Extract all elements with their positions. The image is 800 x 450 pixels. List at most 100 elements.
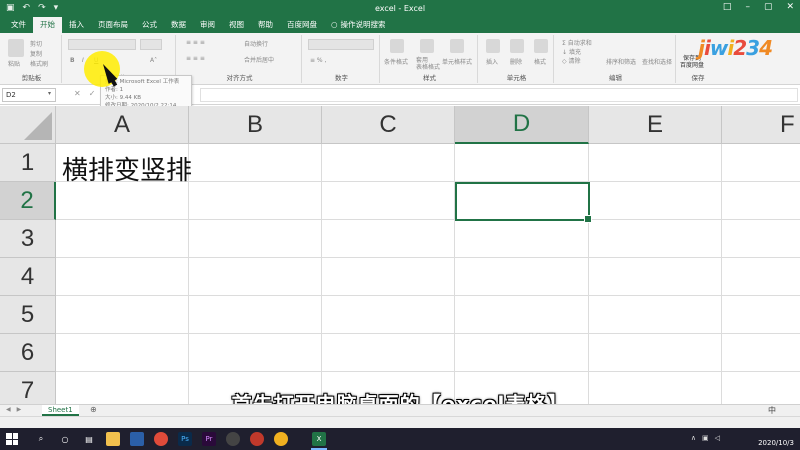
format-table-button[interactable]: 套用 表格格式	[416, 57, 440, 71]
media-icon[interactable]	[274, 432, 288, 446]
row-header-3[interactable]: 3	[0, 220, 56, 258]
cell-d3[interactable]	[455, 220, 589, 258]
cancel-icon[interactable]: ✕	[74, 89, 81, 98]
paste-button[interactable]: 粘贴	[8, 59, 20, 68]
cut-button[interactable]: 剪切	[30, 39, 42, 48]
cell-a6[interactable]	[56, 334, 189, 372]
add-sheet-icon[interactable]: ⊕	[90, 405, 97, 414]
tab-page-layout[interactable]: 页面布局	[91, 17, 135, 33]
tab-insert[interactable]: 插入	[62, 17, 91, 33]
font-name-select[interactable]	[68, 39, 136, 50]
sheet-tab-sheet1[interactable]: Sheet1	[42, 405, 79, 416]
active-cell-d2[interactable]	[455, 182, 592, 223]
format-painter-button[interactable]: 格式刷	[30, 59, 48, 68]
format-cells-icon[interactable]	[534, 39, 548, 53]
find-select-button[interactable]: 查找和选择	[642, 57, 672, 66]
autosum-button[interactable]: Σ 自动求和	[562, 38, 592, 47]
cell-styles-button[interactable]: 单元格样式	[442, 57, 472, 66]
cortana-icon[interactable]: ○	[58, 432, 72, 446]
delete-button[interactable]: 删除	[510, 57, 522, 66]
cell-f6[interactable]	[722, 334, 800, 372]
task-view-icon[interactable]: ▤	[82, 432, 96, 446]
insert-button[interactable]: 插入	[486, 57, 498, 66]
cell-a4[interactable]	[56, 258, 189, 296]
cell-c3[interactable]	[322, 220, 455, 258]
row-header-6[interactable]: 6	[0, 334, 56, 372]
camtasia-icon[interactable]	[226, 432, 240, 446]
ribbon-display-icon[interactable]: □	[723, 2, 732, 12]
cell-b2[interactable]	[189, 182, 322, 220]
windows-start-icon[interactable]	[6, 433, 18, 445]
formula-input[interactable]	[200, 88, 798, 102]
row-header-2[interactable]: 2	[0, 182, 56, 220]
cell-c1[interactable]	[322, 144, 455, 182]
tab-formulas[interactable]: 公式	[135, 17, 164, 33]
tab-baidu-netdisk[interactable]: 百度网盘	[280, 17, 324, 33]
currency-icon[interactable]: ≡ % ,	[310, 57, 326, 64]
column-header-f[interactable]: F	[722, 106, 800, 144]
cell-b5[interactable]	[189, 296, 322, 334]
cell-e1[interactable]	[589, 144, 722, 182]
font-size-select[interactable]	[140, 39, 162, 50]
tell-me-search[interactable]: ○ 操作说明搜索	[324, 17, 393, 33]
cell-f4[interactable]	[722, 258, 800, 296]
fill-button[interactable]: ↓ 填充	[562, 47, 581, 56]
search-icon[interactable]: ⌕	[34, 432, 48, 446]
explorer-icon[interactable]	[106, 432, 120, 446]
premiere-icon[interactable]: Pr	[202, 432, 216, 446]
select-all-corner[interactable]	[0, 106, 56, 144]
cell-e4[interactable]	[589, 258, 722, 296]
number-format-select[interactable]	[308, 39, 374, 50]
format-table-icon[interactable]	[420, 39, 434, 53]
column-header-b[interactable]: B	[189, 106, 322, 144]
clock[interactable]: 2020/10/3	[758, 431, 794, 447]
sort-filter-button[interactable]: 排序和筛选	[606, 57, 636, 66]
chevron-up-icon[interactable]: ∧	[691, 434, 696, 442]
network-icon[interactable]: ▣	[702, 434, 709, 442]
cell-styles-icon[interactable]	[450, 39, 464, 53]
app-icon[interactable]	[130, 432, 144, 446]
ime-indicator[interactable]: 中	[768, 405, 776, 416]
align-left-icon[interactable]: ≡ ≡ ≡	[186, 55, 205, 62]
cell-b3[interactable]	[189, 220, 322, 258]
paste-icon[interactable]	[8, 39, 24, 57]
cell-b4[interactable]	[189, 258, 322, 296]
cell-b1[interactable]	[189, 144, 322, 182]
cell-f5[interactable]	[722, 296, 800, 334]
row-header-1[interactable]: 1	[0, 144, 56, 182]
prev-sheet-icon[interactable]: ◀	[6, 406, 11, 413]
bold-button[interactable]: B	[70, 57, 75, 64]
row-header-5[interactable]: 5	[0, 296, 56, 334]
close-button[interactable]: ✕	[786, 2, 794, 12]
cell-f2[interactable]	[722, 182, 800, 220]
column-header-c[interactable]: C	[322, 106, 455, 144]
cell-a2[interactable]	[56, 182, 189, 220]
font-size-up-icon[interactable]: A˄	[150, 57, 157, 64]
photoshop-icon[interactable]: Ps	[178, 432, 192, 446]
tab-home[interactable]: 开始	[33, 17, 62, 33]
cell-d1[interactable]	[455, 144, 589, 182]
record-icon[interactable]	[250, 432, 264, 446]
cell-e3[interactable]	[589, 220, 722, 258]
excel-icon[interactable]: X	[312, 432, 326, 446]
column-header-d[interactable]: D	[455, 106, 589, 144]
volume-icon[interactable]: ◁	[715, 434, 720, 442]
cell-a5[interactable]	[56, 296, 189, 334]
cell-c4[interactable]	[322, 258, 455, 296]
tab-review[interactable]: 审阅	[193, 17, 222, 33]
column-header-a[interactable]: A	[56, 106, 189, 144]
cell-d5[interactable]	[455, 296, 589, 334]
delete-cells-icon[interactable]	[510, 39, 524, 53]
cell-e5[interactable]	[589, 296, 722, 334]
column-header-e[interactable]: E	[589, 106, 722, 144]
cell-b6[interactable]	[189, 334, 322, 372]
conditional-format-button[interactable]: 条件格式	[384, 57, 408, 66]
cell-a1[interactable]: 横排变竖排	[62, 150, 192, 187]
merge-center-button[interactable]: 合并后居中	[244, 55, 274, 64]
cell-f3[interactable]	[722, 220, 800, 258]
chrome-icon[interactable]	[154, 432, 168, 446]
cell-c5[interactable]	[322, 296, 455, 334]
tab-view[interactable]: 视图	[222, 17, 251, 33]
insert-cells-icon[interactable]	[486, 39, 500, 53]
next-sheet-icon[interactable]: ▶	[17, 406, 22, 413]
